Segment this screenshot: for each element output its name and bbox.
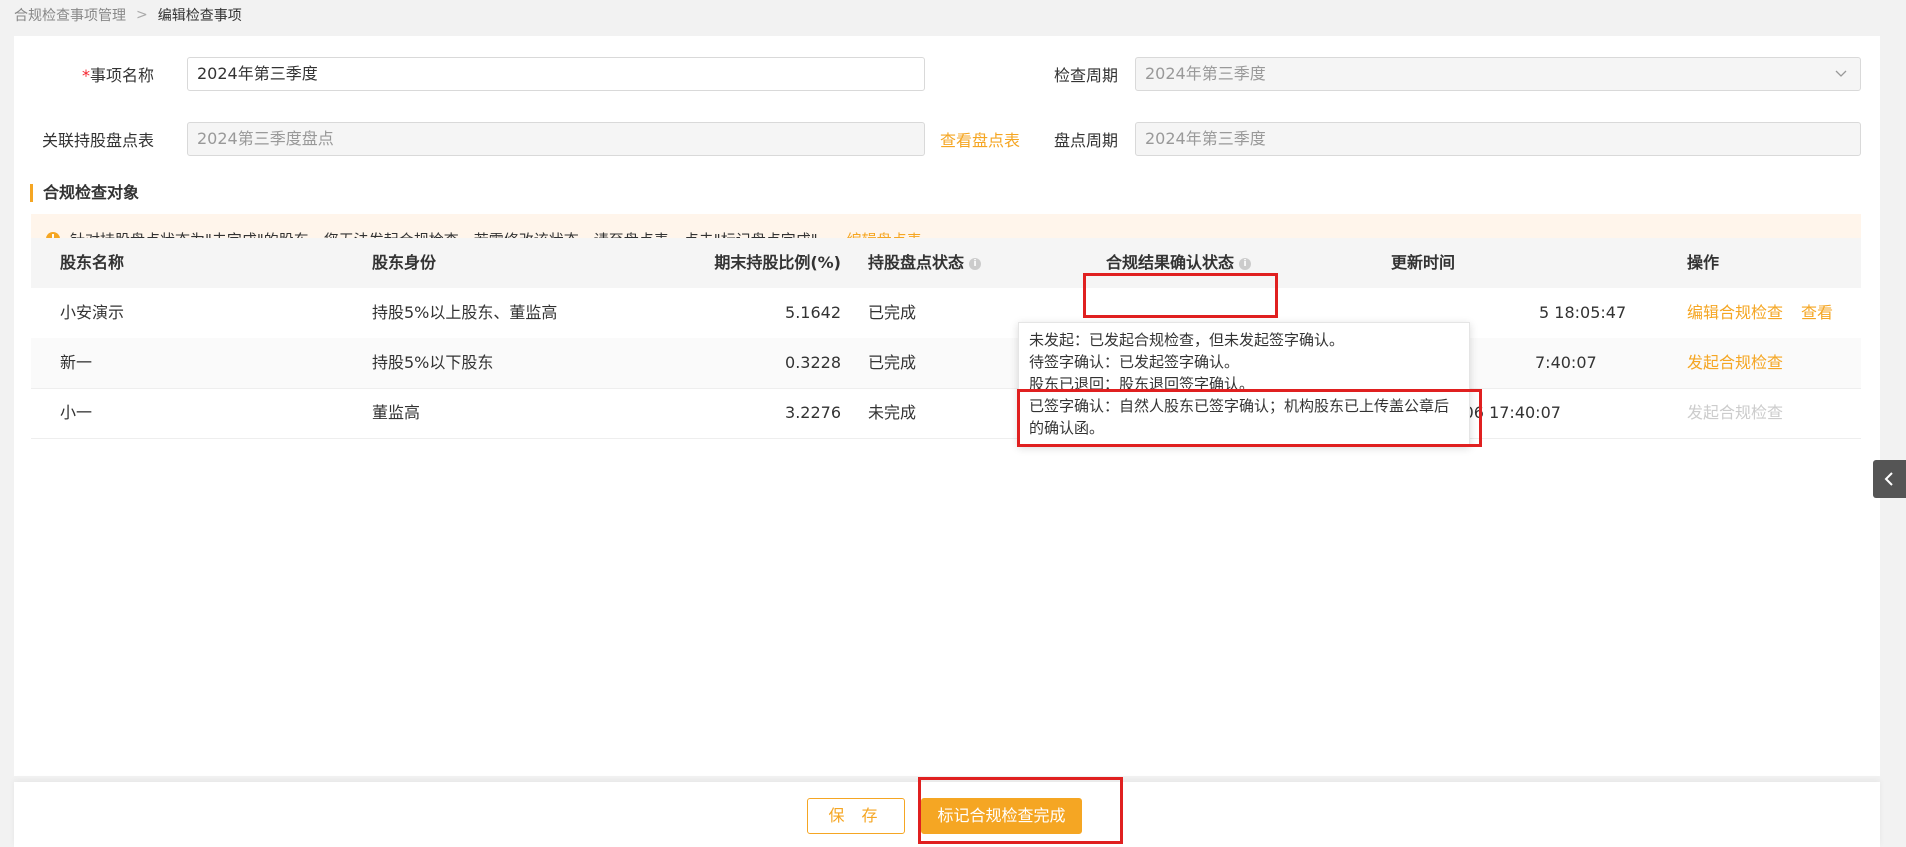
breadcrumb-parent[interactable]: 合规检查事项管理 (14, 5, 126, 25)
view-link[interactable]: 查看 (1801, 288, 1833, 338)
section-title: 合规检查对象 (30, 184, 139, 202)
start-check-link-disabled: 发起合规检查 (1687, 403, 1784, 422)
status-tooltip: 未发起：已发起合规检查，但未发起签字确认。 待签字确认：已发起签字确认。 股东已… (1018, 322, 1470, 446)
related-inventory-label: 关联持股盘点表 (42, 131, 155, 150)
related-inventory-input: 2024第三季度盘点 (187, 122, 925, 156)
footer-bar: 保 存 标记合规检查完成 (14, 782, 1880, 847)
col-header-name: 股东名称 (60, 253, 125, 272)
check-period-select[interactable]: 2024年第三季度 (1135, 57, 1861, 91)
item-name-input[interactable]: 2024年第三季度 (187, 57, 925, 91)
cell-updated: 7:40:07 (1535, 353, 1597, 372)
col-header-confirm-status: 合规结果确认状态 i (1106, 238, 1252, 288)
cell-identity: 持股5%以上股东、董监高 (372, 303, 558, 322)
chevron-left-icon (1884, 472, 1893, 486)
cell-identity: 董监高 (372, 403, 421, 422)
tooltip-line: 待签字确认：已发起签字确认。 (1029, 353, 1240, 371)
cell-updated: 5 18:05:47 (1539, 303, 1627, 322)
item-name-label: *事项名称 (82, 66, 155, 85)
inventory-period-label: 盘点周期 (1054, 131, 1119, 150)
mark-complete-button[interactable]: 标记合规检查完成 (921, 798, 1082, 834)
table-row: 小安演示 持股5%以上股东、董监高 5.1642 已完成 5 18:05:47 … (31, 288, 1861, 339)
inventory-period-input: 2024年第三季度 (1135, 122, 1861, 156)
col-header-identity: 股东身份 (372, 253, 437, 272)
col-header-actions: 操作 (1687, 253, 1720, 272)
cell-ratio: 3.2276 (785, 403, 841, 422)
cell-name: 小一 (60, 403, 93, 422)
cell-inventory-status: 未完成 (868, 403, 917, 422)
table-row: 小一 董监高 3.2276 未完成 -- 2025-02-06 17:40:07… (31, 388, 1861, 439)
view-inventory-link[interactable]: 查看盘点表 (940, 127, 1020, 151)
cell-name: 新一 (60, 353, 93, 372)
tooltip-line: 股东已退回：股东退回签字确认。 (1029, 375, 1255, 393)
info-icon[interactable]: i (1239, 257, 1252, 270)
cell-inventory-status: 已完成 (868, 303, 917, 322)
required-mark: * (82, 66, 90, 85)
chevron-down-icon (1835, 70, 1847, 77)
tooltip-line: 已签字确认：自然人股东已签字确认；机构股东已上传盖公章后的确认函。 (1029, 397, 1450, 437)
save-button[interactable]: 保 存 (807, 798, 905, 834)
start-check-link[interactable]: 发起合规检查 (1687, 338, 1783, 388)
check-period-label: 检查周期 (1054, 66, 1119, 85)
col-header-inventory-status: 持股盘点状态 i (868, 238, 982, 288)
cell-inventory-status: 已完成 (868, 353, 917, 372)
col-header-ratio: 期末持股比例(%) (714, 253, 841, 272)
edit-check-link[interactable]: 编辑合规检查 (1687, 288, 1783, 338)
col-header-updated: 更新时间 (1391, 253, 1456, 272)
tooltip-line: 未发起：已发起合规检查，但未发起签字确认。 (1029, 331, 1345, 349)
cell-identity: 持股5%以下股东 (372, 353, 494, 372)
side-panel-toggle[interactable] (1873, 460, 1906, 498)
info-icon[interactable]: i (969, 257, 982, 270)
table-row: 新一 持股5%以下股东 0.3228 已完成 7:40:07 发起合规检查 (31, 338, 1861, 389)
table-header: 股东名称 股东身份 期末持股比例(%) 持股盘点状态 i 合规结果确认状态 i 更新… (31, 238, 1861, 288)
cell-name: 小安演示 (60, 303, 125, 322)
cell-ratio: 0.3228 (785, 353, 841, 372)
cell-ratio: 5.1642 (785, 303, 841, 322)
breadcrumb: 合规检查事项管理 > 编辑检查事项 (14, 5, 242, 25)
breadcrumb-separator-icon: > (136, 7, 148, 23)
breadcrumb-current: 编辑检查事项 (157, 8, 242, 24)
